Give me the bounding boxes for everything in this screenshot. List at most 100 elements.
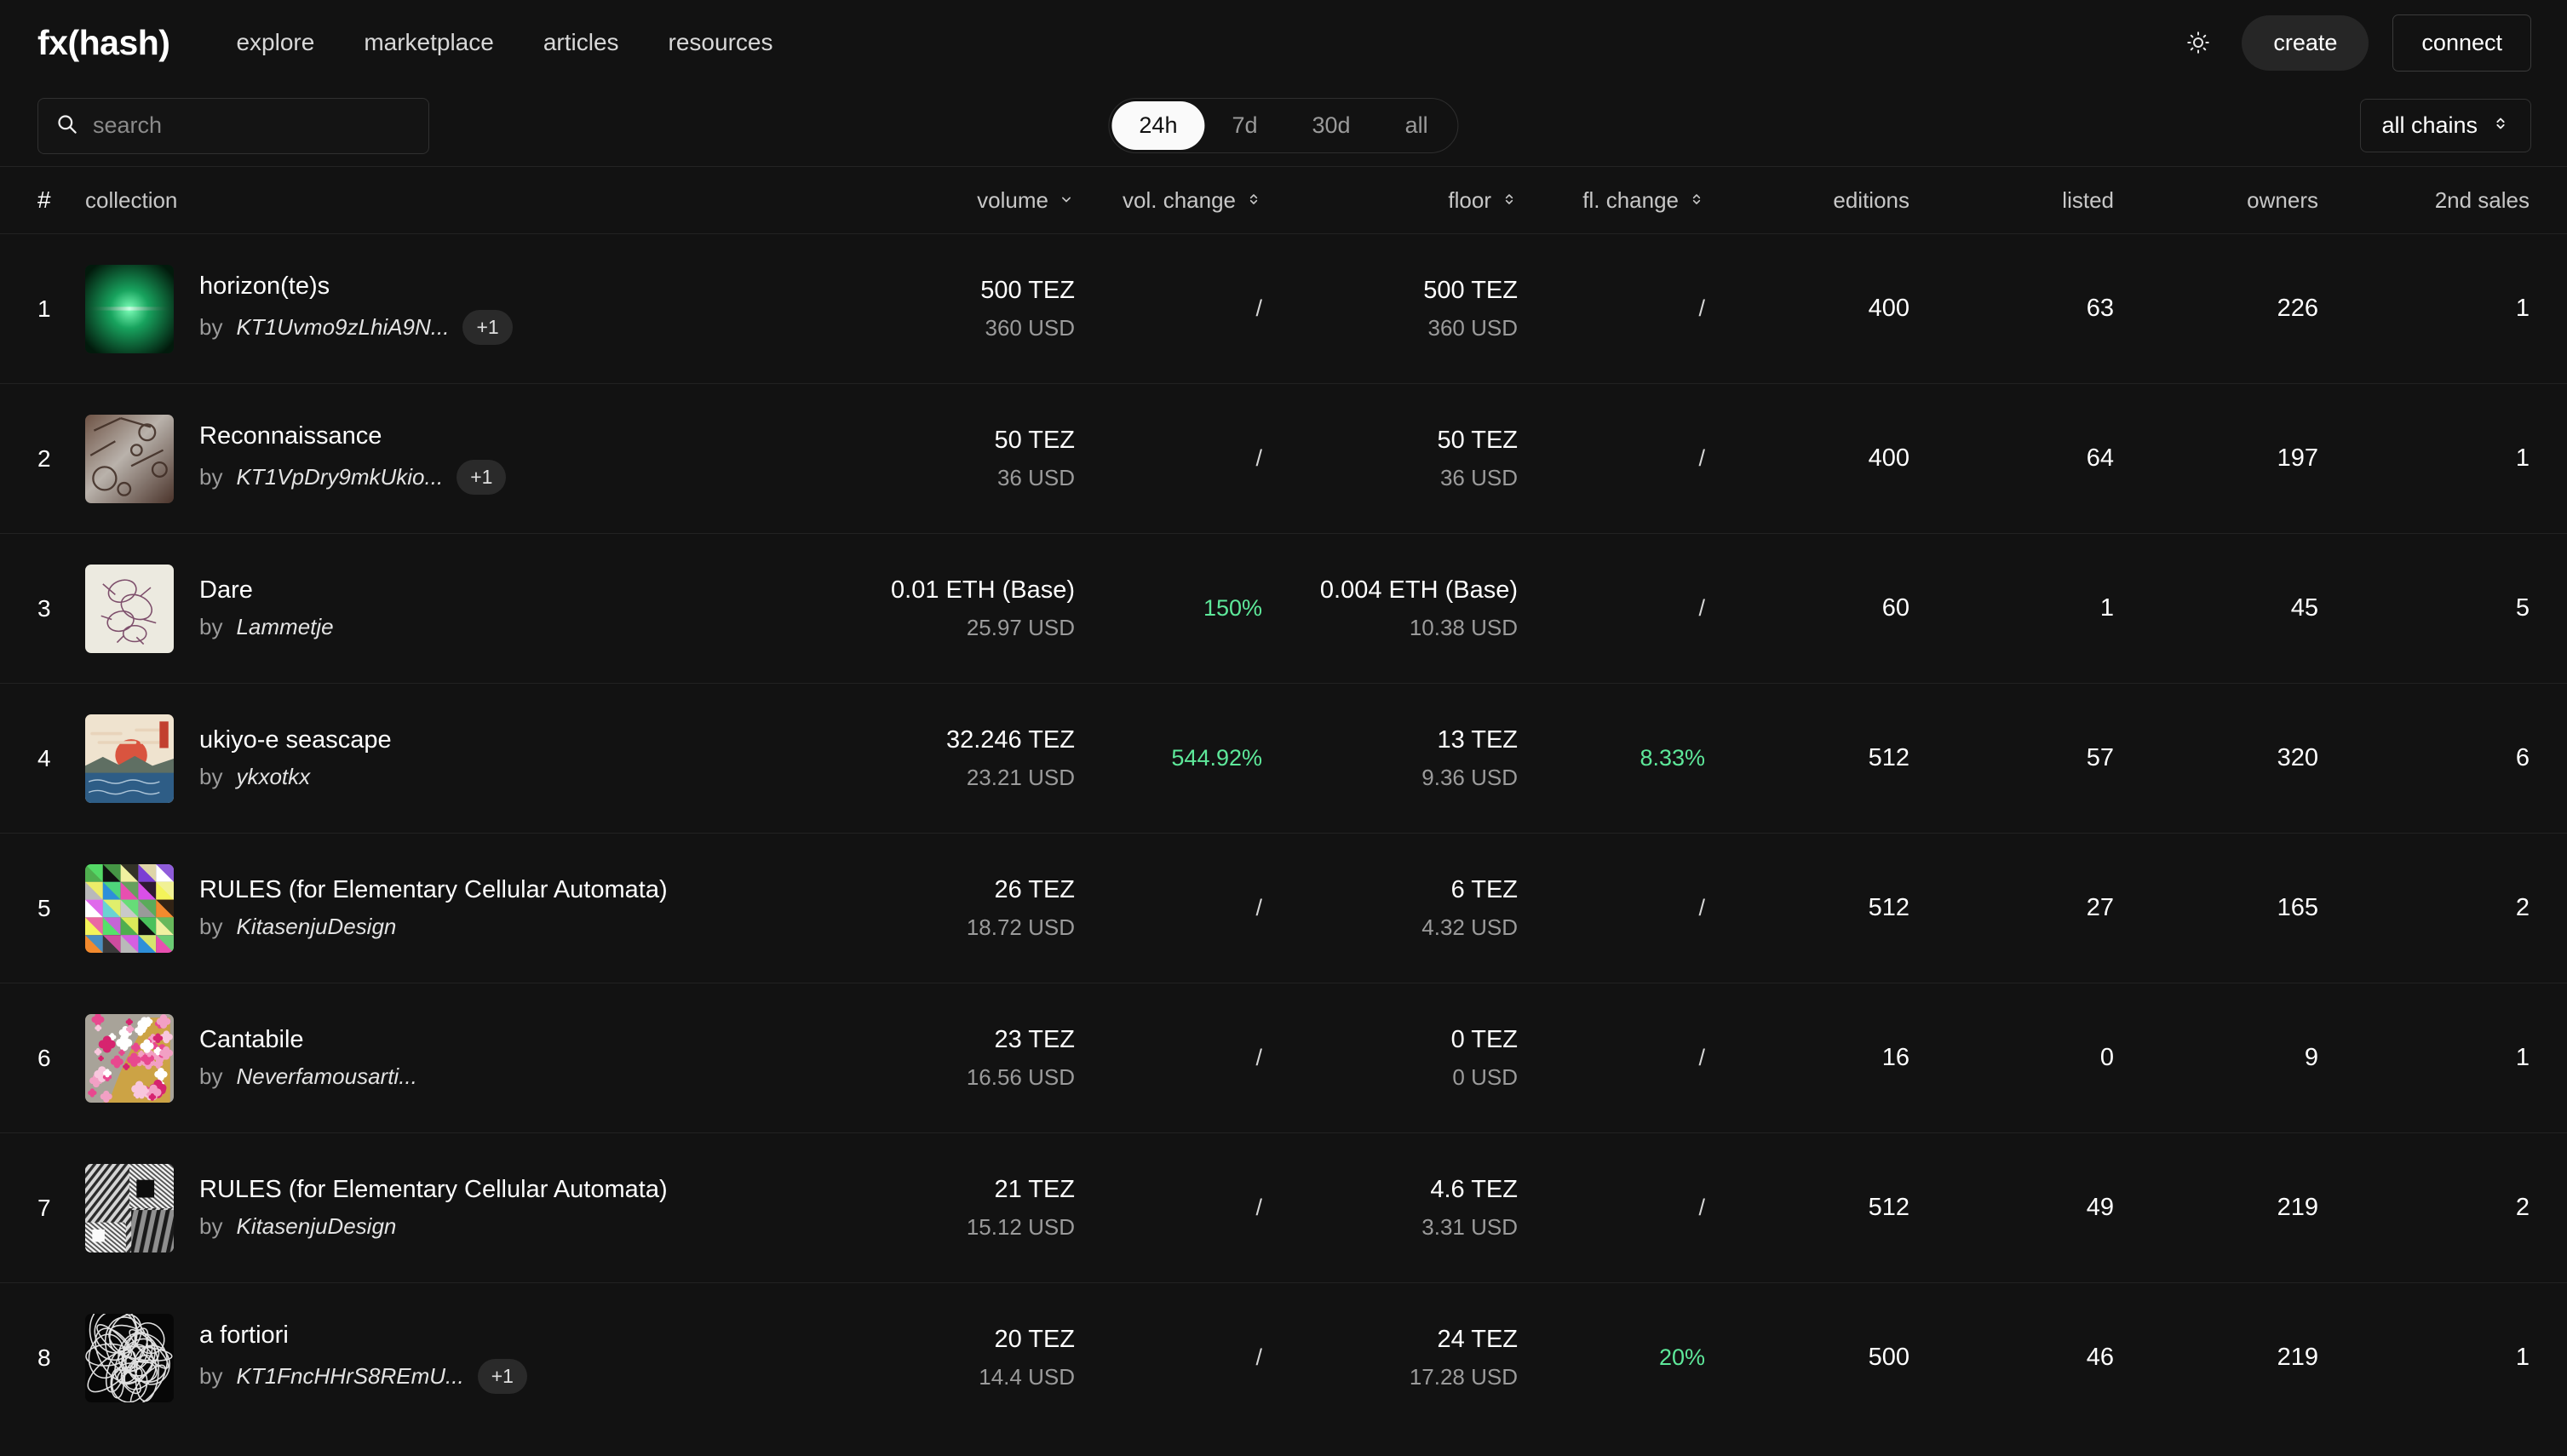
column-header-volume[interactable]: volume (835, 187, 1075, 214)
collection-name[interactable]: ukiyo-e seascape (199, 726, 392, 754)
extra-authors-badge[interactable]: +1 (457, 460, 507, 495)
filter-bar: 24h 7d 30d all all chains (0, 85, 2567, 167)
period-button-24h[interactable]: 24h (1111, 101, 1205, 150)
nav-item-resources[interactable]: resources (669, 29, 773, 56)
change-value: 544.92% (1171, 745, 1262, 771)
collection-author[interactable]: KitasenjuDesign (236, 914, 396, 940)
period-button-30d[interactable]: 30d (1285, 101, 1378, 150)
collection-author[interactable]: KT1Uvmo9zLhiA9N... (236, 314, 449, 341)
nav-item-marketplace[interactable]: marketplace (364, 29, 494, 56)
create-button[interactable]: create (2242, 14, 2369, 71)
table-row[interactable]: 4 ukiyo-e seascape by ykxotkx 32.246 TEZ… (0, 683, 2567, 833)
by-label: by (199, 764, 223, 789)
table-cell: 4.6 TEZ 3.31 USD (1262, 1176, 1518, 1241)
connect-wallet-button[interactable]: connect (2392, 14, 2531, 72)
collection-cell[interactable]: Dare by Lammetje (85, 564, 835, 653)
collection-author[interactable]: KitasenjuDesign (236, 1213, 396, 1240)
collection-cell[interactable]: RULES (for Elementary Cellular Automata)… (85, 863, 835, 953)
column-header-owners: owners (2247, 186, 2318, 213)
owners-cell: 165 (2277, 894, 2318, 921)
collection-thumbnail[interactable] (85, 1313, 174, 1402)
chevron-up-down-icon (1245, 187, 1262, 214)
value-primary: 500 TEZ (980, 276, 1075, 304)
collection-cell[interactable]: horizon(te)s by KT1Uvmo9zLhiA9N... +1 (85, 264, 835, 353)
collection-thumbnail[interactable] (85, 714, 174, 803)
collection-name[interactable]: RULES (for Elementary Cellular Automata) (199, 1176, 668, 1204)
collection-name[interactable]: Dare (199, 576, 334, 605)
extra-authors-badge[interactable]: +1 (462, 310, 513, 345)
chain-filter-dropdown[interactable]: all chains (2360, 99, 2531, 152)
table-row[interactable]: 7 RULES (for Elementary Cellular Automat… (0, 1132, 2567, 1282)
period-button-all[interactable]: all (1378, 101, 1456, 150)
table-row[interactable]: 1 horizon(te)s by KT1Uvmo9zLhiA9N... +1 … (0, 233, 2567, 383)
vol-change-cell: / (1075, 445, 1262, 472)
column-header-fl-change-label: fl. change (1582, 186, 1679, 213)
collection-author[interactable]: KT1VpDry9mkUkio... (236, 464, 443, 490)
collection-name[interactable]: RULES (for Elementary Cellular Automata) (199, 876, 668, 904)
table-row[interactable]: 2 Reconnaissance by KT1VpDry9mkUkio... +… (0, 383, 2567, 533)
owners-cell: 197 (2277, 444, 2318, 472)
collection-thumbnail[interactable] (85, 564, 174, 653)
brand-logo[interactable]: fx(hash) (37, 23, 170, 63)
vol-change-cell: / (1075, 895, 1262, 921)
collection-cell[interactable]: RULES (for Elementary Cellular Automata)… (85, 1163, 835, 1253)
collection-cell[interactable]: ukiyo-e seascape by ykxotkx (85, 714, 835, 803)
collection-name[interactable]: horizon(te)s (199, 272, 513, 301)
collection-author[interactable]: Neverfamousarti... (236, 1063, 416, 1090)
extra-authors-badge[interactable]: +1 (477, 1359, 527, 1394)
collection-author[interactable]: ykxotkx (236, 764, 310, 790)
table-body: 1 horizon(te)s by KT1Uvmo9zLhiA9N... +1 … (0, 233, 2567, 1432)
collection-thumbnail[interactable] (85, 414, 174, 503)
value-secondary: 36 USD (996, 464, 1075, 490)
table-cell: 0.004 ETH (Base) 10.38 USD (1262, 576, 1518, 641)
vol-change-cell: 544.92% (1075, 745, 1262, 771)
table-row[interactable]: 3 Dare by Lammetje 0.01 ETH (Base) 25.97… (0, 533, 2567, 683)
change-value: / (1255, 895, 1262, 920)
collection-author[interactable]: Lammetje (236, 614, 333, 640)
value-primary: 500 TEZ (1423, 276, 1518, 304)
table-row[interactable]: 5 RULES (for Elementary Cellular Automat… (0, 833, 2567, 983)
value-stack: 20 TEZ 14.4 USD (835, 1326, 1075, 1390)
collection-text: Dare by Lammetje (199, 576, 334, 640)
table-cell: 0.01 ETH (Base) 25.97 USD (835, 576, 1075, 641)
collection-thumbnail[interactable] (85, 1013, 174, 1103)
collection-author[interactable]: KT1FncHHrS8REmU... (236, 1363, 463, 1390)
column-header-vol-change-label: vol. change (1123, 186, 1236, 213)
collection-name[interactable]: Cantabile (199, 1026, 417, 1054)
value-primary: 0.004 ETH (Base) (1319, 576, 1518, 604)
value-secondary: 18.72 USD (966, 914, 1075, 940)
by-label: by (199, 1363, 223, 1389)
search-input[interactable] (93, 112, 411, 139)
listed-cell: 63 (2086, 295, 2114, 322)
collection-text: RULES (for Elementary Cellular Automata)… (199, 876, 668, 940)
vol-change-cell: / (1075, 1045, 1262, 1071)
second-sales-cell: 1 (2515, 444, 2530, 472)
table-row[interactable]: 8 a fortiori by KT1FncHHrS8REmU... +1 20… (0, 1282, 2567, 1432)
value-secondary: 36 USD (1439, 464, 1518, 490)
column-header-fl-change[interactable]: fl. change (1518, 187, 1705, 214)
by-label: by (199, 1213, 223, 1239)
search-box[interactable] (37, 97, 429, 154)
value-stack: 50 TEZ 36 USD (835, 427, 1075, 491)
collection-cell[interactable]: Reconnaissance by KT1VpDry9mkUkio... +1 (85, 414, 835, 503)
collection-cell[interactable]: Cantabile by Neverfamousarti... (85, 1013, 835, 1103)
collection-name[interactable]: Reconnaissance (199, 422, 506, 450)
second-sales-cell: 1 (2515, 1044, 2530, 1071)
period-button-7d[interactable]: 7d (1204, 101, 1284, 150)
collection-name[interactable]: a fortiori (199, 1321, 527, 1350)
value-secondary: 3.31 USD (1421, 1213, 1518, 1240)
collection-thumbnail[interactable] (85, 863, 174, 953)
value-stack: 21 TEZ 15.12 USD (835, 1176, 1075, 1241)
collection-cell[interactable]: a fortiori by KT1FncHHrS8REmU... +1 (85, 1313, 835, 1402)
column-header-vol-change[interactable]: vol. change (1075, 187, 1262, 214)
chevron-up-down-icon (2491, 114, 2510, 137)
collection-thumbnail[interactable] (85, 1163, 174, 1253)
collection-text: horizon(te)s by KT1Uvmo9zLhiA9N... +1 (199, 272, 513, 345)
collection-thumbnail[interactable] (85, 264, 174, 353)
table-row[interactable]: 6 Cantabile by Neverfamousarti... 23 TEZ… (0, 983, 2567, 1132)
column-header-floor[interactable]: floor (1262, 187, 1518, 214)
editions-cell: 512 (1868, 1194, 1909, 1221)
nav-item-articles[interactable]: articles (543, 29, 619, 56)
sun-icon[interactable] (2179, 23, 2218, 62)
nav-item-explore[interactable]: explore (236, 29, 314, 56)
